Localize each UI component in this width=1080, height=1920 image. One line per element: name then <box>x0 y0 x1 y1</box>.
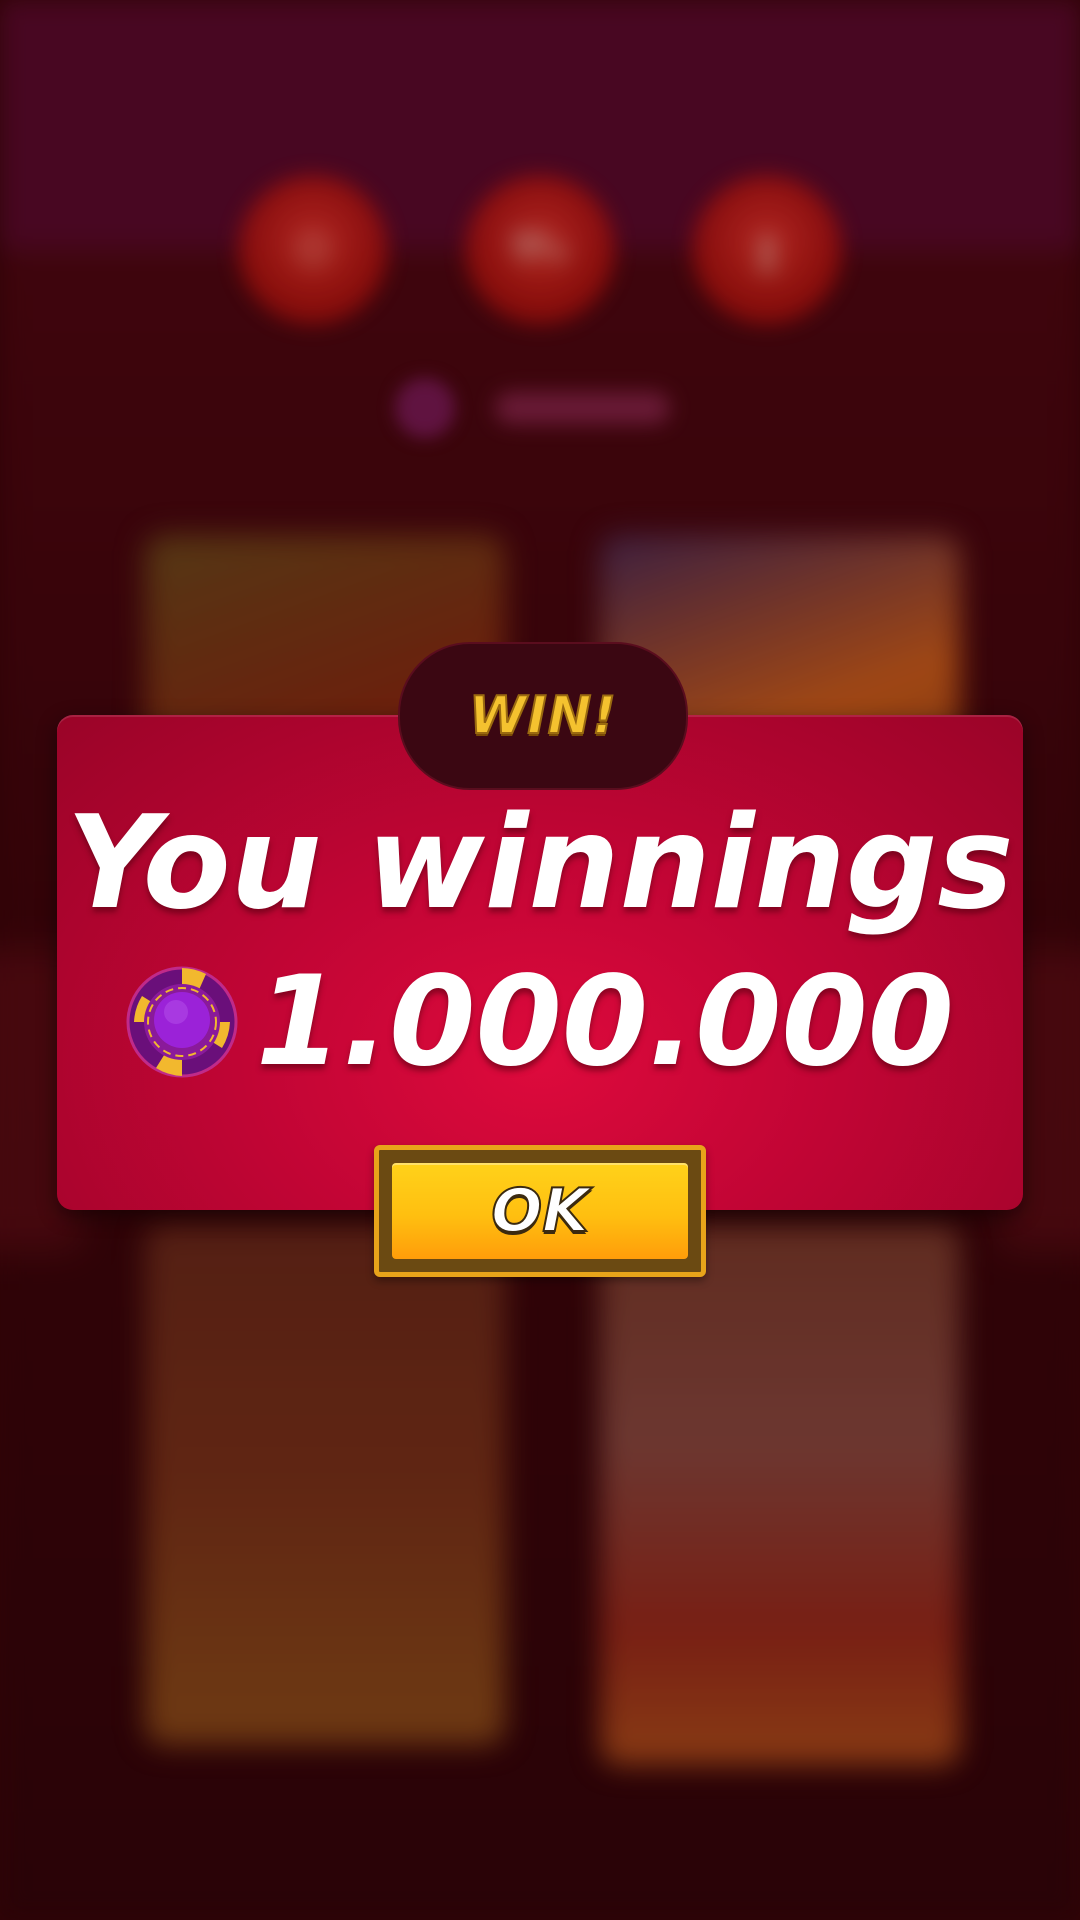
winnings-amount-row: 1.000.000 <box>57 960 1023 1084</box>
ok-button-face[interactable]: OK <box>392 1163 688 1259</box>
win-badge: WIN! <box>398 642 688 790</box>
ok-button-label: OK <box>490 1175 589 1247</box>
win-badge-label: WIN! <box>468 685 617 747</box>
winnings-title: You winnings <box>66 789 1014 938</box>
ok-button[interactable]: OK <box>374 1145 706 1277</box>
winnings-amount: 1.000.000 <box>255 950 955 1094</box>
poker-chip-icon <box>126 966 238 1078</box>
